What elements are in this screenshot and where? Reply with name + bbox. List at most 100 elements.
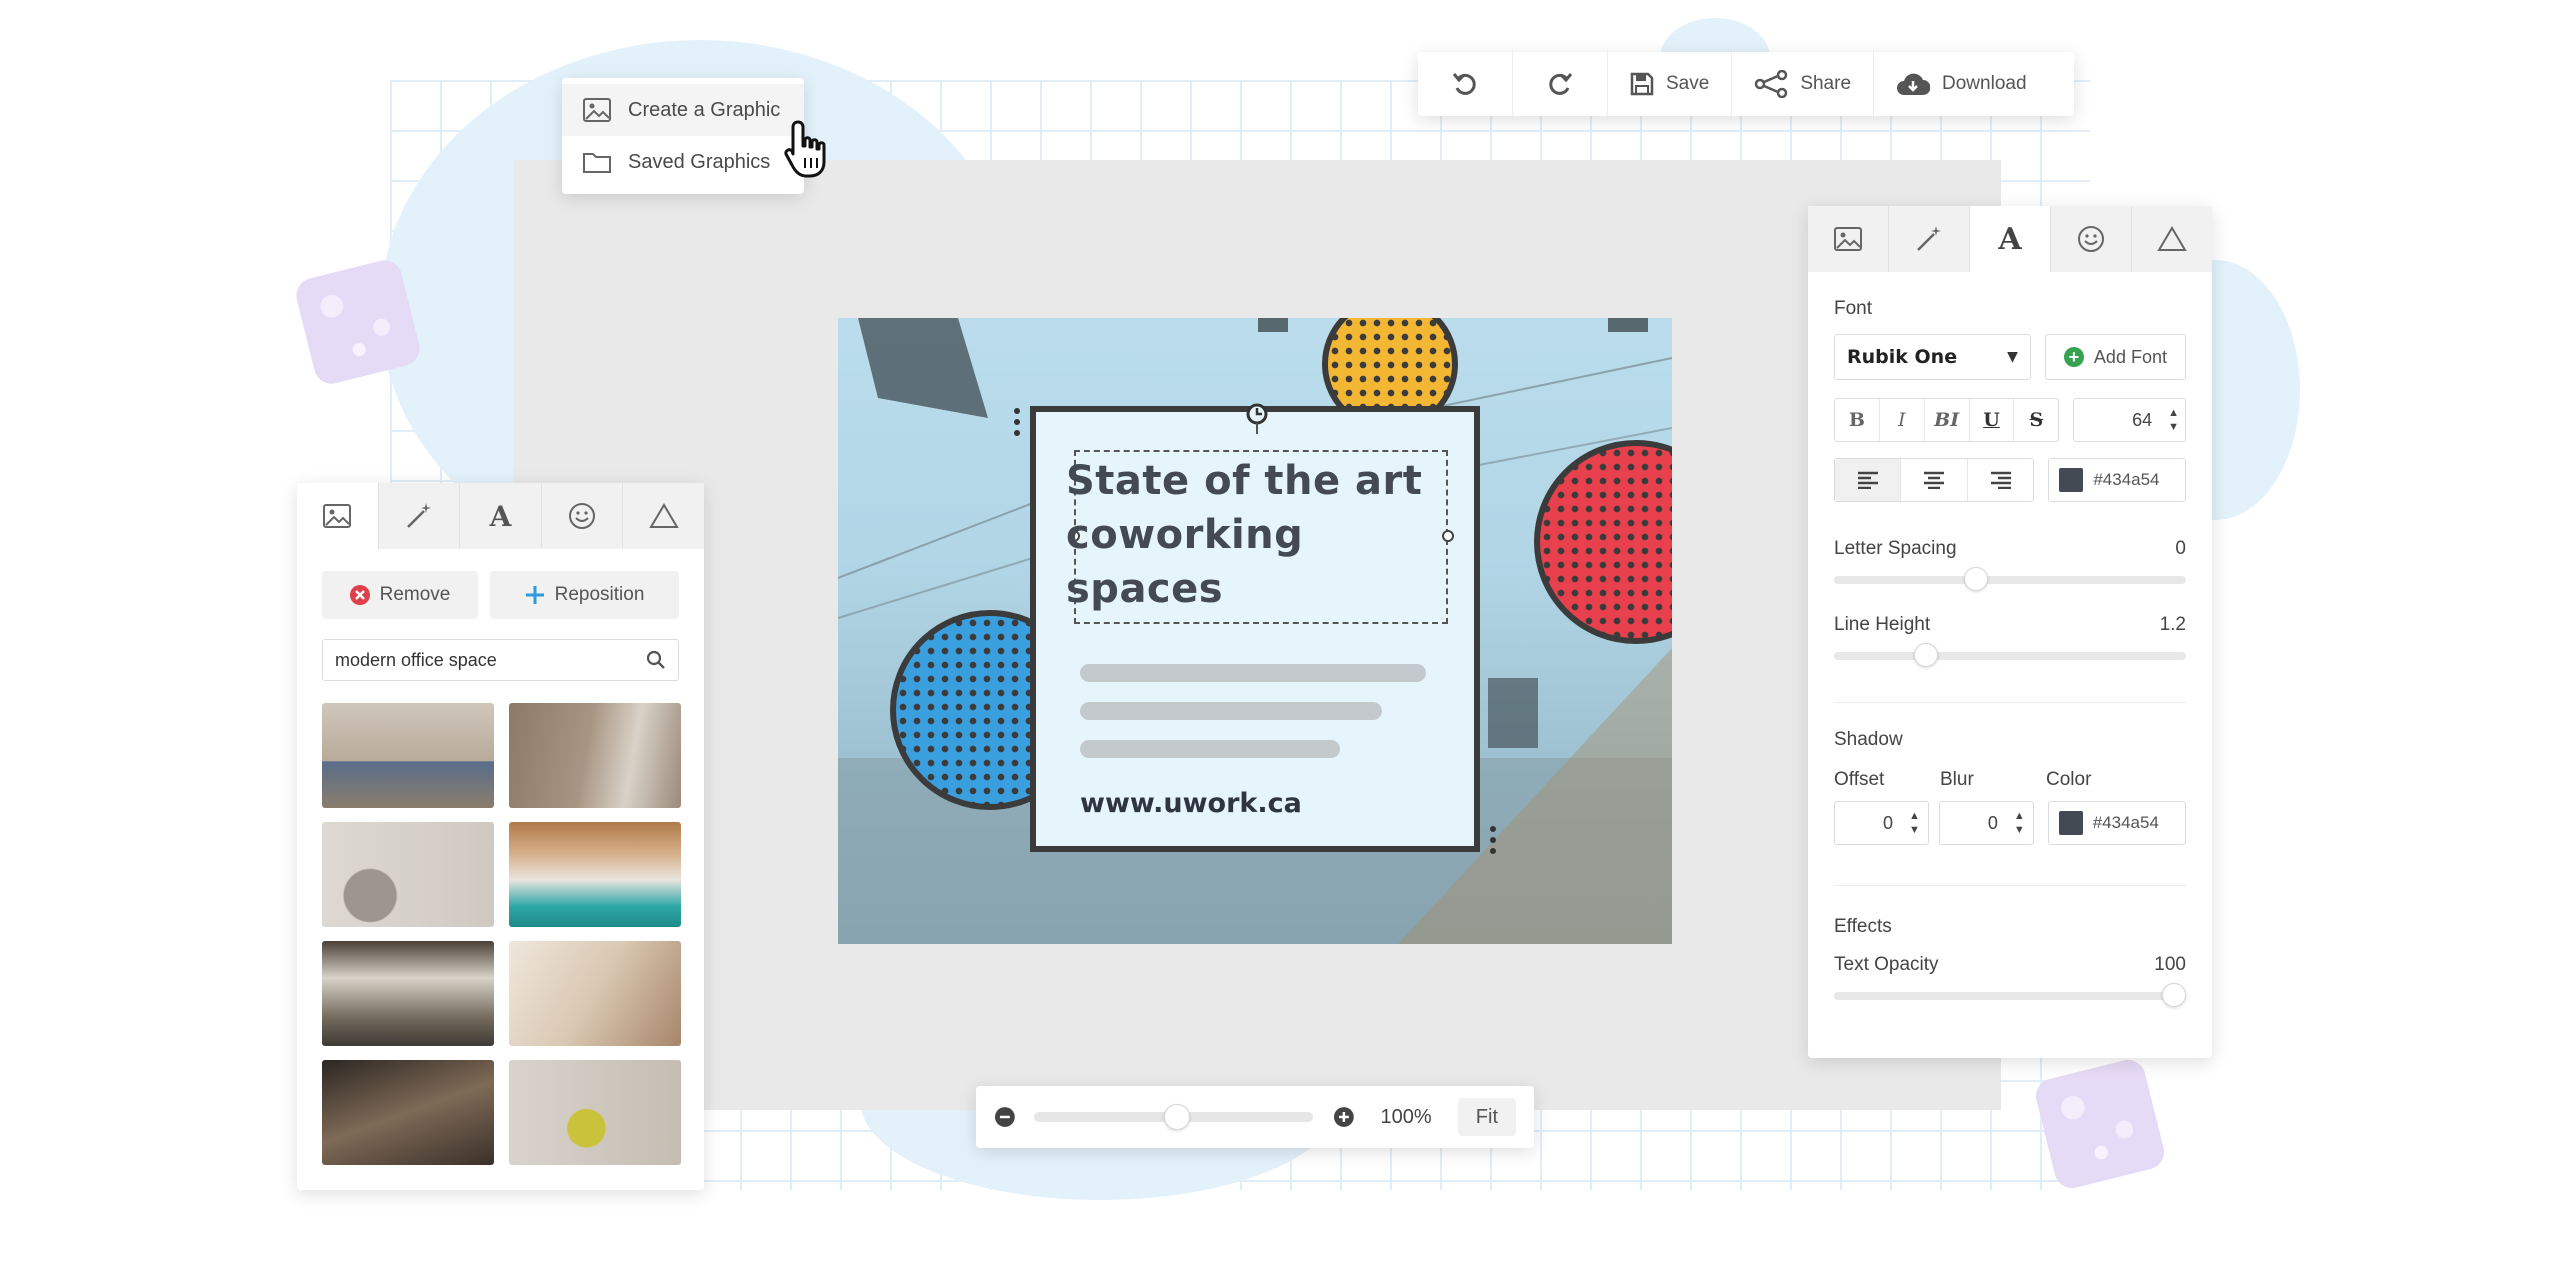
image-search-input[interactable] bbox=[335, 649, 635, 671]
move-icon bbox=[525, 586, 544, 604]
shadow-color-field[interactable]: #434a54 bbox=[2047, 801, 2187, 845]
tab-shapes[interactable] bbox=[2132, 206, 2212, 272]
arrow-down-icon[interactable]: ▼ bbox=[2014, 823, 2025, 837]
image-thumbnail[interactable] bbox=[322, 703, 494, 808]
drag-dots-left[interactable] bbox=[1014, 408, 1020, 441]
shadow-color-label: Color bbox=[2046, 769, 2092, 790]
letter-spacing-knob[interactable] bbox=[1964, 567, 1988, 591]
arrow-down-icon[interactable]: ▼ bbox=[1909, 823, 1920, 837]
redo-button[interactable] bbox=[1513, 52, 1608, 116]
text-card[interactable]: State of the art coworking spaces www.uw… bbox=[1030, 403, 1480, 852]
remove-button[interactable]: Remove bbox=[322, 571, 478, 619]
fit-button[interactable]: Fit bbox=[1457, 1098, 1516, 1136]
shadow-section-label: Shadow bbox=[1834, 729, 1903, 750]
drag-dots-right[interactable] bbox=[1490, 826, 1496, 859]
text-align-buttons bbox=[1834, 458, 2035, 502]
save-button[interactable]: Save bbox=[1608, 52, 1733, 116]
design-title-text[interactable]: State of the art coworking spaces bbox=[1066, 454, 1446, 616]
align-left-button[interactable] bbox=[1835, 459, 1902, 501]
letter-spacing-slider[interactable] bbox=[1834, 567, 2186, 591]
add-font-button[interactable]: + Add Font bbox=[2044, 334, 2186, 380]
image-results-grid bbox=[297, 681, 704, 1165]
tab-effects[interactable] bbox=[1889, 206, 1970, 272]
smiley-icon bbox=[569, 503, 596, 529]
arrow-up-icon[interactable]: ▲ bbox=[2168, 406, 2179, 420]
arrow-down-icon[interactable]: ▼ bbox=[2168, 420, 2179, 434]
reposition-button[interactable]: Reposition bbox=[490, 571, 679, 619]
font-size-value: 64 bbox=[2132, 409, 2153, 430]
zoom-bar: 100% Fit bbox=[976, 1086, 1534, 1148]
tab-text[interactable]: A bbox=[1970, 206, 2051, 272]
tab-effects[interactable] bbox=[379, 483, 461, 549]
shadow-color-swatch[interactable] bbox=[2058, 811, 2083, 835]
font-family-value: Rubik One bbox=[1847, 346, 1958, 368]
image-thumbnail[interactable] bbox=[322, 941, 494, 1046]
download-label: Download bbox=[1942, 73, 2027, 94]
menu-item-create-graphic[interactable]: Create a Graphic bbox=[562, 84, 804, 136]
image-thumbnail[interactable] bbox=[322, 1060, 494, 1165]
remove-icon bbox=[349, 585, 370, 605]
text-icon: A bbox=[1998, 221, 2022, 257]
design-url-text[interactable]: www.uwork.ca bbox=[1080, 788, 1302, 819]
zoom-out-icon[interactable] bbox=[994, 1106, 1016, 1128]
tab-images[interactable] bbox=[297, 483, 379, 549]
image-icon bbox=[323, 504, 352, 528]
placeholder-line bbox=[1080, 740, 1340, 758]
underline-button[interactable]: U bbox=[1970, 399, 2015, 441]
menu-item-label: Saved Graphics bbox=[628, 150, 771, 173]
image-thumbnail[interactable] bbox=[509, 703, 681, 808]
letter-spacing-label: Letter Spacing bbox=[1834, 538, 1957, 559]
remove-label: Remove bbox=[379, 584, 451, 605]
tab-stickers[interactable] bbox=[542, 483, 624, 549]
shadow-offset-stepper[interactable]: 0 ▲ ▼ bbox=[1834, 801, 1929, 845]
image-thumbnail[interactable] bbox=[509, 1060, 681, 1165]
text-color-field[interactable]: #434a54 bbox=[2048, 458, 2186, 502]
italic-button[interactable]: I bbox=[1880, 399, 1925, 441]
search-icon[interactable] bbox=[646, 650, 666, 670]
arrow-up-icon[interactable]: ▲ bbox=[2014, 809, 2025, 823]
zoom-in-icon[interactable] bbox=[1333, 1106, 1355, 1128]
text-properties-panel: A Font Rubik One ▼ + Add Font B I BI U S… bbox=[1808, 206, 2212, 1058]
undo-button[interactable] bbox=[1418, 52, 1513, 116]
tab-images[interactable] bbox=[1808, 206, 1889, 272]
text-opacity-label: Text Opacity bbox=[1834, 954, 1939, 975]
font-family-select[interactable]: Rubik One ▼ bbox=[1834, 334, 2031, 380]
arrow-up-icon[interactable]: ▲ bbox=[1909, 809, 1920, 823]
divider bbox=[1834, 885, 2186, 886]
align-left-icon bbox=[1857, 471, 1878, 489]
redo-icon bbox=[1549, 73, 1573, 95]
line-height-value: 1.2 bbox=[2159, 614, 2186, 635]
add-font-label: Add Font bbox=[2093, 346, 2167, 367]
line-height-knob[interactable] bbox=[1914, 643, 1938, 667]
shadow-blur-stepper[interactable]: 0 ▲ ▼ bbox=[1938, 801, 2034, 845]
strikethrough-button[interactable]: S bbox=[2014, 399, 2058, 441]
align-right-icon bbox=[1990, 471, 2011, 489]
zoom-slider[interactable] bbox=[1033, 1104, 1313, 1130]
zoom-slider-knob[interactable] bbox=[1163, 1104, 1190, 1130]
image-thumbnail[interactable] bbox=[509, 941, 681, 1046]
menu-item-saved-graphics[interactable]: Saved Graphics bbox=[562, 136, 804, 188]
bold-button[interactable]: B bbox=[1835, 399, 1880, 441]
align-center-button[interactable] bbox=[1901, 459, 1968, 501]
download-button[interactable]: Download bbox=[1874, 52, 2049, 116]
tab-text[interactable]: A bbox=[460, 483, 542, 549]
rotate-handle-icon[interactable] bbox=[1244, 402, 1270, 434]
line-height-slider[interactable] bbox=[1834, 643, 2186, 667]
font-size-stepper[interactable]: 64 ▲ ▼ bbox=[2073, 398, 2186, 442]
tab-stickers[interactable] bbox=[2051, 206, 2132, 272]
tab-shapes[interactable] bbox=[623, 483, 704, 549]
text-color-swatch[interactable] bbox=[2059, 468, 2084, 492]
font-section-label: Font bbox=[1834, 298, 1873, 319]
align-right-button[interactable] bbox=[1968, 459, 2033, 501]
menu-item-label: Create a Graphic bbox=[628, 98, 781, 121]
text-opacity-slider[interactable] bbox=[1834, 983, 2186, 1007]
share-button[interactable]: Share bbox=[1732, 52, 1875, 116]
image-thumbnail[interactable] bbox=[322, 822, 494, 927]
top-toolbar: Save Share Download bbox=[1418, 52, 2074, 116]
text-icon: A bbox=[489, 499, 512, 533]
image-thumbnail[interactable] bbox=[509, 822, 681, 927]
text-opacity-knob[interactable] bbox=[2162, 983, 2186, 1007]
design-canvas[interactable]: State of the art coworking spaces www.uw… bbox=[838, 318, 1672, 944]
bold-italic-button[interactable]: BI bbox=[1925, 399, 1970, 441]
reposition-label: Reposition bbox=[554, 584, 645, 605]
